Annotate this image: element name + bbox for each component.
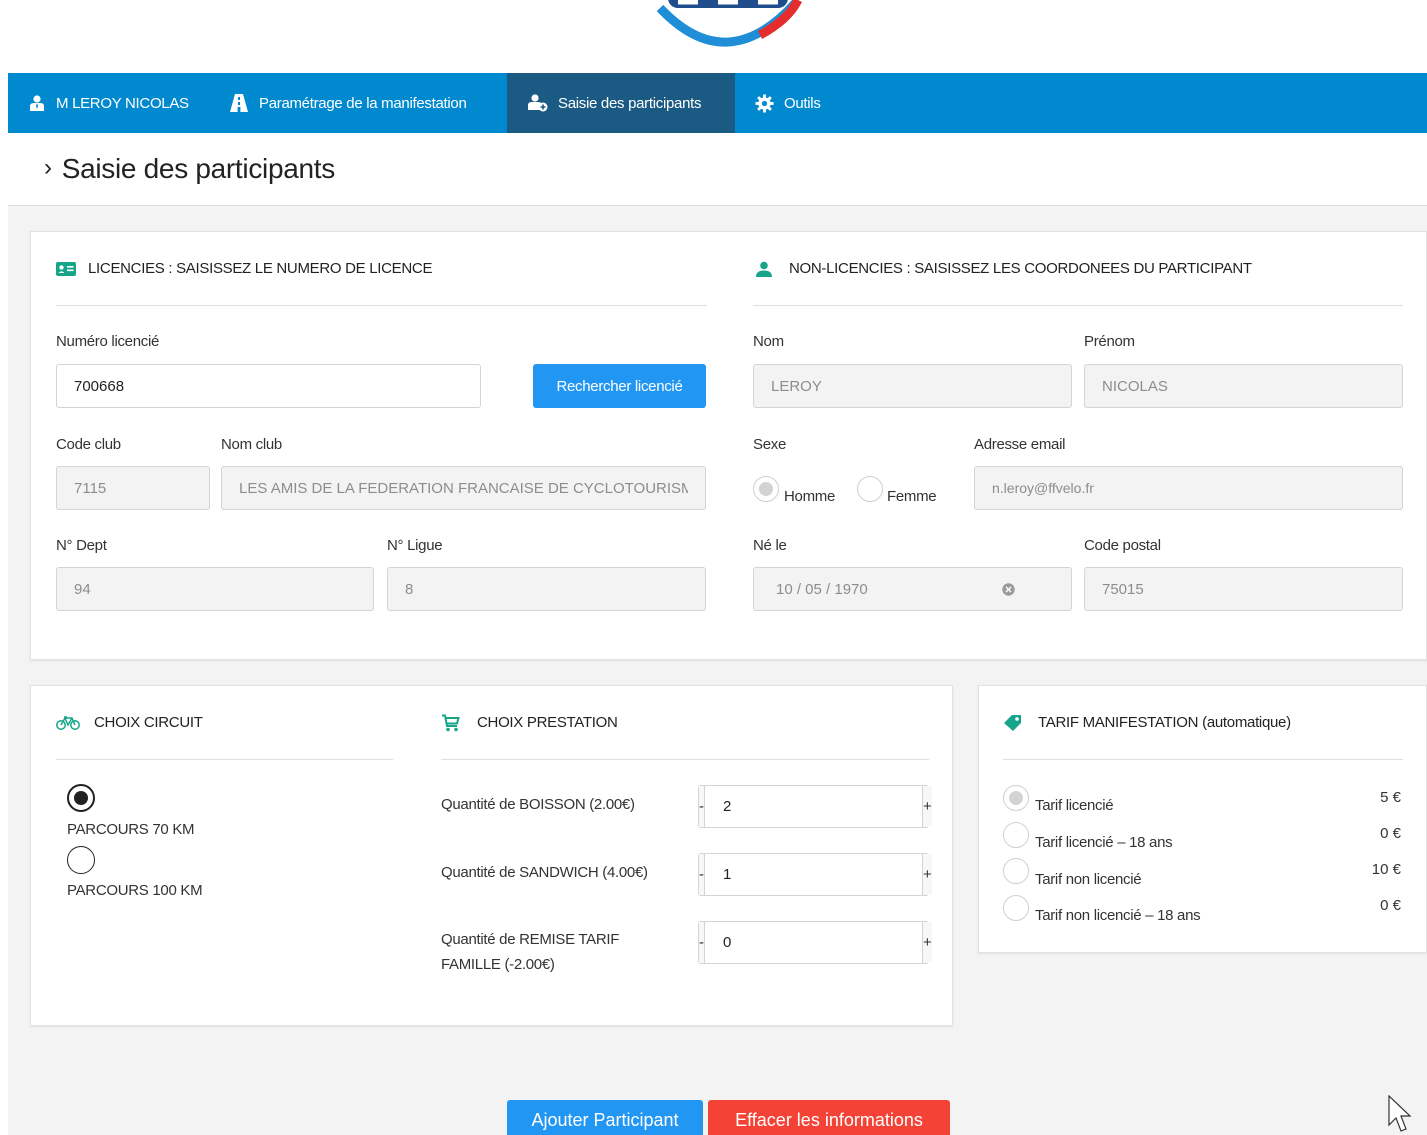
nav-item-parametrage[interactable]: Paramétrage de la manifestation [215, 73, 507, 133]
circuit-70km-label: PARCOURS 70 KM [67, 821, 195, 838]
circuit-100km-label: PARCOURS 100 KM [67, 882, 203, 899]
sandwich-stepper: - + [698, 853, 932, 896]
road-icon [230, 94, 248, 112]
sexe-homme-label: Homme [784, 488, 836, 505]
nav-item-label: Outils [784, 94, 821, 112]
circuit-100km-radio[interactable] [67, 846, 95, 874]
page-title: › Saisie des participants [44, 153, 335, 185]
prestation-heading: CHOIX PRESTATION [441, 686, 929, 760]
non-licencies-heading: NON-LICENCIES : SAISISSEZ LES COORDONEES… [753, 232, 1403, 306]
cart-icon [442, 714, 460, 731]
tarif-licencie-18-price: 0 € [1380, 825, 1401, 842]
numero-licencie-label: Numéro licencié [56, 333, 160, 350]
gear-icon [755, 93, 774, 113]
dept-label: N° Dept [56, 537, 107, 554]
nav-item-user[interactable]: M LEROY NICOLAS [8, 73, 215, 133]
sandwich-plus-button[interactable]: + [922, 854, 932, 895]
sexe-label: Sexe [753, 436, 786, 453]
boisson-stepper: - + [698, 785, 932, 828]
circuit-heading-text: CHOIX CIRCUIT [94, 714, 203, 731]
remise-label-line1: Quantité de REMISE TARIF [441, 931, 620, 948]
id-card-icon [56, 261, 76, 276]
boisson-quantity-input[interactable] [705, 786, 922, 827]
prestation-heading-text: CHOIX PRESTATION [477, 714, 618, 731]
nav-item-saisie[interactable]: Saisie des participants [507, 73, 735, 133]
licencies-heading: LICENCIES : SAISISSEZ LE NUMERO DE LICEN… [56, 232, 707, 306]
nom-club-input[interactable] [221, 466, 706, 510]
code-postal-input[interactable] [1084, 567, 1403, 611]
prenom-label: Prénom [1084, 333, 1135, 350]
sandwich-quantity-input[interactable] [705, 854, 922, 895]
circuit-70km-radio[interactable] [67, 784, 95, 812]
sexe-femme-radio[interactable] [857, 476, 883, 502]
user-plus-icon [528, 94, 548, 112]
dept-input[interactable] [56, 567, 374, 611]
participant-card: LICENCIES : SAISISSEZ LE NUMERO DE LICEN… [30, 231, 1427, 660]
tarif-licencie-18-radio[interactable] [1003, 822, 1029, 848]
code-postal-label: Code postal [1084, 537, 1161, 554]
licencies-heading-text: LICENCIES : SAISISSEZ LE NUMERO DE LICEN… [88, 260, 433, 277]
user-icon [30, 95, 44, 111]
remise-stepper: - + [698, 921, 932, 964]
ajouter-participant-button[interactable]: Ajouter Participant [507, 1100, 703, 1135]
code-club-input[interactable] [56, 466, 210, 510]
page: M LEROY NICOLAS Paramétrage de la manife… [8, 0, 1427, 1135]
rechercher-licencie-button[interactable]: Rechercher licencié [533, 364, 706, 408]
boisson-label: Quantité de BOISSON (2.00€) [441, 796, 635, 813]
tarif-non-licencie-18-price: 0 € [1380, 897, 1401, 914]
tarif-licencie-18-label: Tarif licencié – 18 ans [1035, 834, 1173, 851]
tarif-non-licencie-radio[interactable] [1003, 858, 1029, 884]
tarif-card: TARIF MANIFESTATION (automatique) Tarif … [978, 685, 1427, 953]
ne-le-label: Né le [753, 537, 787, 554]
email-label: Adresse email [974, 436, 1066, 453]
title-bar: › Saisie des participants [8, 133, 1427, 206]
remise-plus-button[interactable]: + [922, 922, 932, 963]
sexe-femme-label: Femme [887, 488, 937, 505]
tarif-non-licencie-price: 10 € [1371, 861, 1401, 878]
tarif-non-licencie-18-radio[interactable] [1003, 895, 1029, 921]
nav-item-label: M LEROY NICOLAS [56, 94, 189, 112]
nom-label: Nom [753, 333, 784, 350]
tarif-licencie-label: Tarif licencié [1035, 797, 1114, 814]
remise-quantity-input[interactable] [705, 922, 922, 963]
nav-item-label: Paramétrage de la manifestation [259, 94, 467, 112]
ffvelo-logo-icon [656, 0, 803, 47]
nom-input[interactable] [753, 364, 1072, 408]
bicycle-icon [56, 715, 80, 730]
prenom-input[interactable] [1084, 364, 1403, 408]
date-naissance-input[interactable] [753, 567, 1072, 611]
user-icon [756, 261, 772, 277]
tarif-licencie-price: 5 € [1380, 789, 1401, 806]
nav-item-outils[interactable]: Outils [735, 73, 845, 133]
tarif-heading-text: TARIF MANIFESTATION [1038, 714, 1199, 731]
circuit-heading: CHOIX CIRCUIT [56, 686, 393, 760]
tarif-heading: TARIF MANIFESTATION (automatique) [1003, 686, 1403, 760]
email-input[interactable] [974, 466, 1403, 510]
numero-licencie-input[interactable] [56, 364, 481, 408]
tarif-licencie-radio[interactable] [1003, 785, 1029, 811]
sandwich-label: Quantité de SANDWICH (4.00€) [441, 864, 648, 881]
logo-header [8, 0, 1427, 73]
sexe-homme-radio[interactable] [753, 476, 779, 502]
remise-label-line2: FAMILLE (-2.00€) [441, 956, 555, 973]
boisson-plus-button[interactable]: + [922, 786, 932, 827]
tag-icon [1004, 715, 1021, 731]
tarif-non-licencie-label: Tarif non licencié [1035, 871, 1142, 888]
circuit-prestation-card: CHOIX CIRCUIT PARCOURS 70 KM PARCOURS 10… [30, 685, 953, 1026]
chevron-right-icon: › [44, 154, 52, 181]
ligue-input[interactable] [387, 567, 706, 611]
tarif-heading-suffix: (automatique) [1202, 714, 1291, 731]
nom-club-label: Nom club [221, 436, 282, 453]
tarif-non-licencie-18-label: Tarif non licencié – 18 ans [1035, 907, 1201, 924]
main-navbar: M LEROY NICOLAS Paramétrage de la manife… [8, 73, 1427, 133]
page-title-text: Saisie des participants [61, 153, 336, 184]
effacer-informations-button[interactable]: Effacer les informations [708, 1100, 950, 1135]
code-club-label: Code club [56, 436, 121, 453]
nav-item-label: Saisie des participants [558, 94, 702, 112]
clear-date-icon[interactable] [1002, 583, 1015, 596]
ligue-label: N° Ligue [387, 537, 443, 554]
non-licencies-heading-text: NON-LICENCIES : SAISISSEZ LES COORDONEES… [789, 260, 1252, 277]
mouse-cursor-icon [1388, 1095, 1412, 1132]
